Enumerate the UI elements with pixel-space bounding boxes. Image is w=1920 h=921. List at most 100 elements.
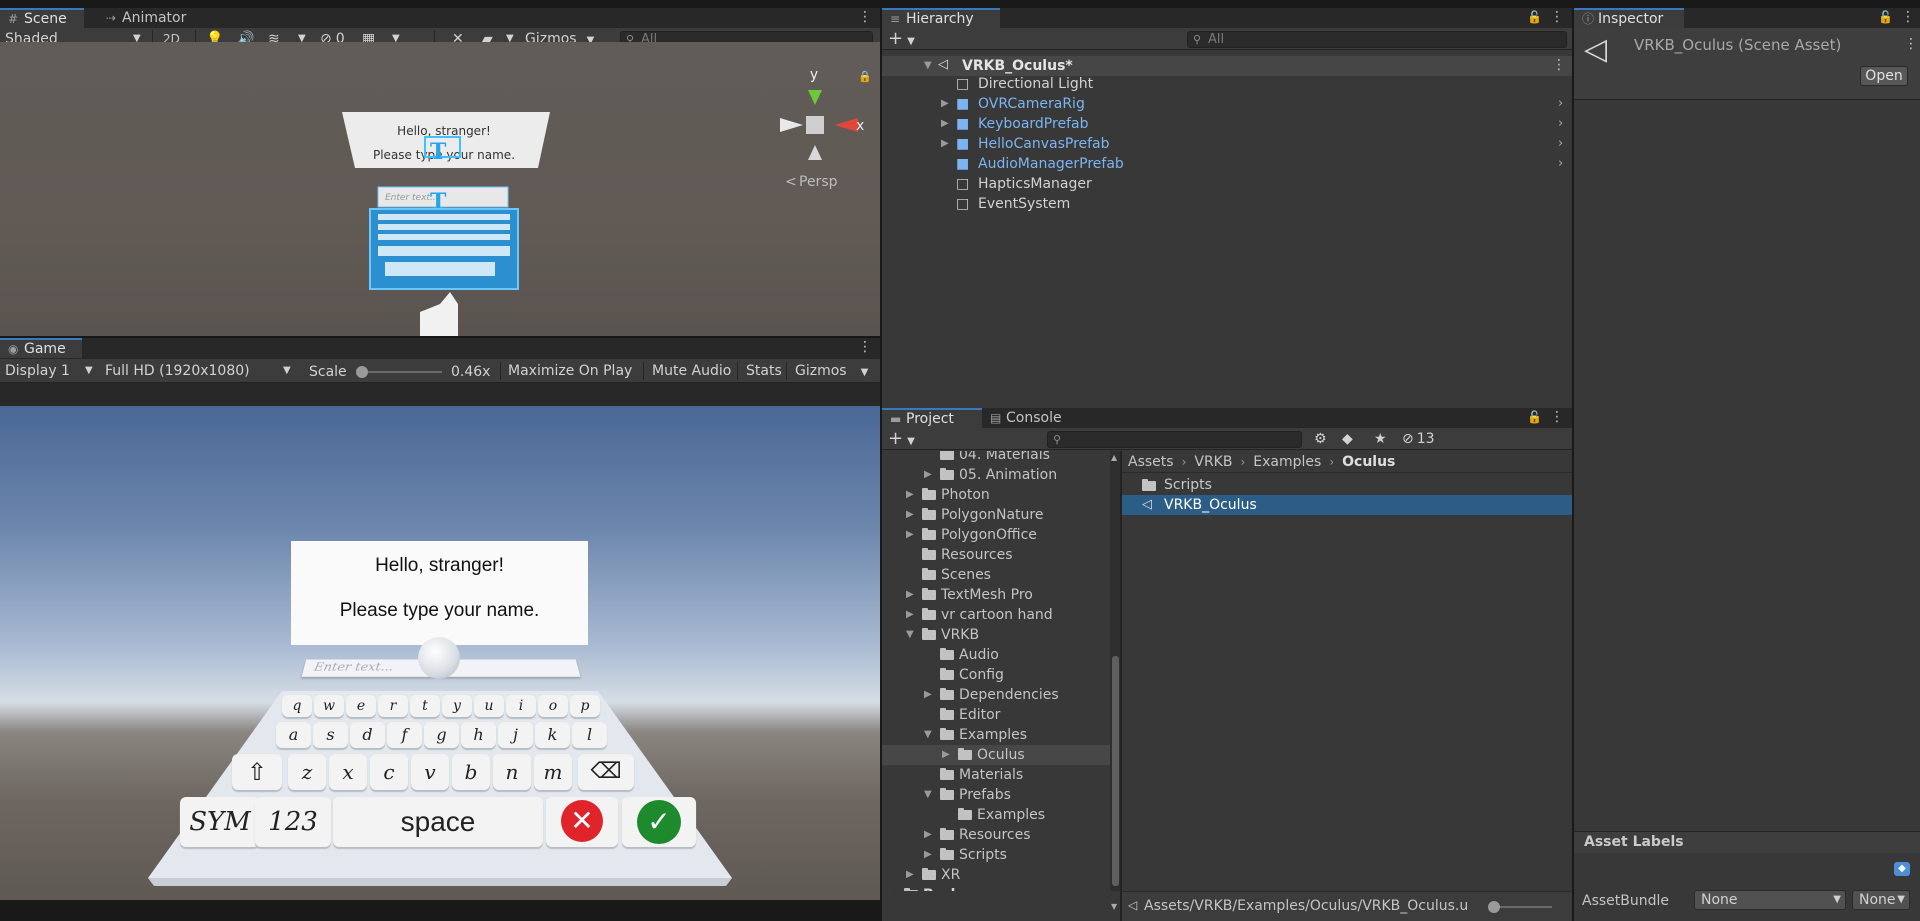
icon-size-slider-thumb[interactable] — [1488, 901, 1500, 913]
key-n[interactable]: n — [493, 754, 531, 790]
expanded-arrow-icon[interactable]: ▼ — [924, 785, 932, 805]
projection-label[interactable]: < — [785, 174, 797, 190]
tree-item[interactable]: ▶ Photon — [882, 485, 1110, 505]
space-key[interactable]: space — [333, 797, 543, 847]
tree-item[interactable]: ▼ Prefabs — [882, 785, 1110, 805]
tree-item[interactable]: ▶ TextMesh Pro — [882, 585, 1110, 605]
hidden-packages-icon[interactable]: ⊘ 13 — [1402, 428, 1435, 450]
open-prefab-arrow-icon[interactable]: › — [1558, 114, 1563, 134]
key-h[interactable]: h — [461, 722, 496, 748]
expand-arrow-icon[interactable]: ▶ — [941, 134, 949, 154]
key-j[interactable]: j — [498, 722, 533, 748]
tree-scrollbar-down-icon[interactable]: ▼ — [1111, 902, 1117, 911]
breadcrumb-item[interactable]: Oculus — [1342, 454, 1395, 470]
tree-item[interactable]: 04. Materials — [882, 451, 1110, 465]
key-z[interactable]: z — [288, 754, 326, 790]
tree-item[interactable]: Audio — [882, 645, 1110, 665]
hierarchy-item[interactable]: ▶ ■ HelloCanvasPrefab › — [882, 134, 1572, 154]
backspace-key[interactable]: ⌫ — [578, 754, 634, 790]
tree-scrollbar-up-icon[interactable]: ▲ — [1111, 453, 1117, 462]
key-r[interactable]: r — [378, 695, 408, 717]
tab-project[interactable]: ▬ Project — [882, 408, 982, 428]
expand-arrow-icon[interactable]: ▶ — [906, 505, 914, 525]
label-tag-icon[interactable]: ◆ — [1894, 862, 1910, 876]
kebab-menu-icon[interactable]: ⋮ — [1550, 9, 1564, 25]
key-x[interactable]: x — [329, 754, 367, 790]
expanded-arrow-icon[interactable]: ▼ — [924, 725, 932, 745]
key-i[interactable]: i — [506, 695, 536, 717]
tab-inspector[interactable]: ⓘ Inspector — [1574, 8, 1684, 28]
icon-size-slider-track[interactable] — [1496, 906, 1552, 908]
shift-key[interactable]: ⇧ — [232, 754, 282, 790]
expand-arrow-icon[interactable]: ▶ — [941, 94, 949, 114]
favorites-icon[interactable]: ★ — [1374, 428, 1387, 450]
hierarchy-item[interactable]: □ HapticsManager — [882, 174, 1572, 194]
kebab-menu-icon[interactable]: ⋮ — [858, 339, 872, 355]
tree-item[interactable]: ▶ Packages — [882, 885, 1110, 891]
tree-item[interactable]: ▶ Scripts — [882, 845, 1110, 865]
tree-item[interactable]: Editor — [882, 705, 1110, 725]
tree-item[interactable]: ▶ vr cartoon hand — [882, 605, 1110, 625]
tree-item[interactable]: ▶ PolygonNature — [882, 505, 1110, 525]
hierarchy-item[interactable]: ▶ ■ OVRCameraRig › — [882, 94, 1572, 114]
breadcrumb-item[interactable]: Assets — [1128, 454, 1174, 470]
expand-arrow-icon[interactable]: ▶ — [906, 525, 914, 545]
orientation-gizmo[interactable]: y x — [780, 67, 864, 160]
create-button[interactable]: + ▼ — [888, 428, 915, 450]
tree-item[interactable]: ▶ Oculus — [882, 745, 1110, 765]
tree-item[interactable]: ▶ Resources — [882, 825, 1110, 845]
key-q[interactable]: q — [282, 695, 312, 717]
key-f[interactable]: f — [387, 722, 422, 748]
scale-slider-track[interactable] — [362, 371, 442, 373]
key-s[interactable]: s — [313, 722, 348, 748]
key-c[interactable]: c — [370, 754, 408, 790]
key-p[interactable]: p — [570, 695, 600, 717]
tree-item[interactable]: Resources — [882, 545, 1110, 565]
kebab-menu-icon[interactable]: ⋮ — [1901, 9, 1915, 25]
expand-arrow-icon[interactable]: ▶ — [924, 845, 932, 865]
open-prefab-arrow-icon[interactable]: › — [1558, 154, 1563, 174]
scene-viewport[interactable]: Hello, stranger! Please type your name. … — [0, 42, 880, 336]
key-a[interactable]: a — [276, 722, 311, 748]
kebab-menu-icon[interactable]: ⋮ — [858, 9, 872, 25]
file-item[interactable]: ◁ VRKB_Oculus — [1122, 495, 1572, 515]
project-search-input[interactable]: ⚲ — [1047, 431, 1302, 448]
gizmo-lock-icon[interactable]: 🔒 — [858, 70, 872, 83]
breadcrumb-item[interactable]: VRKB — [1194, 454, 1232, 470]
lock-icon[interactable]: 🔓 — [1527, 410, 1542, 424]
file-item[interactable]: Scripts — [1122, 475, 1572, 495]
key-u[interactable]: u — [474, 695, 504, 717]
key-b[interactable]: b — [452, 754, 490, 790]
expand-arrow-icon[interactable]: ▶ — [941, 114, 949, 134]
tree-item[interactable]: ▶ 05. Animation — [882, 465, 1110, 485]
resolution-dropdown[interactable]: Full HD (1920x1080) ▼ — [105, 359, 295, 383]
sym-key[interactable]: SYM — [180, 797, 260, 847]
key-d[interactable]: d — [350, 722, 385, 748]
scene-root-row[interactable]: ▼ ◁ VRKB_Oculus* ⋮ — [882, 56, 1572, 76]
tab-scene[interactable]: # Scene — [0, 8, 84, 28]
lock-icon[interactable]: 🔓 — [1878, 10, 1893, 24]
cancel-key[interactable]: ✕ — [546, 797, 618, 847]
search-by-type-icon[interactable]: ⚙ — [1314, 428, 1327, 450]
stats-button[interactable]: Stats — [746, 359, 782, 383]
tree-item[interactable]: Scenes — [882, 565, 1110, 585]
asset-bundle-dropdown[interactable]: None ▼ — [1694, 890, 1846, 910]
game-viewport[interactable]: Hello, stranger! Please type your name. … — [0, 406, 880, 900]
expand-arrow-icon[interactable]: ▶ — [942, 745, 950, 765]
hierarchy-item[interactable]: ■ AudioManagerPrefab › — [882, 154, 1572, 174]
key-k[interactable]: k — [535, 722, 570, 748]
create-button[interactable]: + ▼ — [888, 28, 915, 50]
hierarchy-item[interactable]: □ EventSystem — [882, 194, 1572, 214]
open-prefab-arrow-icon[interactable]: › — [1558, 134, 1563, 154]
tab-game[interactable]: ◉ Game — [0, 338, 82, 358]
tree-item[interactable]: Materials — [882, 765, 1110, 785]
mute-audio-button[interactable]: Mute Audio — [652, 359, 731, 383]
tree-item[interactable]: ▶ XR — [882, 865, 1110, 885]
expand-arrow-icon[interactable]: ▶ — [906, 585, 914, 605]
key-y[interactable]: y — [442, 695, 472, 717]
key-g[interactable]: g — [424, 722, 459, 748]
hierarchy-item[interactable]: □ Directional Light — [882, 74, 1572, 94]
key-o[interactable]: o — [538, 695, 568, 717]
expand-arrow-icon[interactable]: ▶ — [924, 465, 932, 485]
lock-icon[interactable]: 🔓 — [1527, 10, 1542, 24]
